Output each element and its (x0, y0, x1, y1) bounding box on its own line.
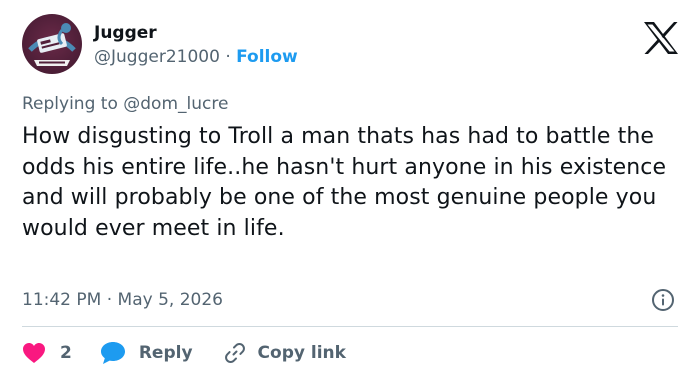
replying-mention[interactable]: @dom_lucre (123, 94, 228, 114)
follow-button[interactable]: Follow (236, 47, 298, 67)
copy-link-button[interactable]: Copy link (223, 341, 346, 365)
handle-separator: · (225, 47, 231, 67)
handle[interactable]: @Jugger21000 (94, 47, 220, 67)
tweet-time: 11:42 PM (22, 290, 102, 310)
like-count: 2 (60, 343, 72, 363)
copy-link-label: Copy link (257, 343, 346, 363)
like-button[interactable]: 2 (22, 342, 72, 364)
divider (22, 326, 678, 327)
user-info: Jugger @Jugger21000 · Follow (94, 22, 298, 70)
speech-bubble-icon (100, 342, 125, 364)
tweet-date: May 5, 2026 (117, 290, 223, 310)
x-logo-icon[interactable] (642, 20, 680, 56)
reply-label: Reply (138, 343, 193, 363)
reply-button[interactable]: Reply (100, 341, 193, 365)
timestamp[interactable]: 11:42 PM · May 5, 2026 (22, 288, 223, 312)
tweet-text: How disgusting to Troll a man thats has … (22, 124, 667, 241)
replying-prefix: Replying to (22, 94, 118, 114)
avatar-emblem-icon (28, 23, 76, 66)
replying-to: Replying to @dom_lucre (22, 92, 228, 116)
heart-icon (23, 343, 45, 363)
avatar[interactable] (22, 14, 82, 74)
handle-row: @Jugger21000 · Follow (94, 44, 298, 70)
tweet-actions: 2 Reply Copy link (22, 338, 346, 368)
display-name[interactable]: Jugger (94, 22, 298, 44)
link-icon (224, 342, 245, 364)
date-separator: · (106, 290, 113, 310)
tweet-header: Jugger @Jugger21000 · Follow (22, 14, 682, 76)
info-icon[interactable] (651, 288, 675, 312)
